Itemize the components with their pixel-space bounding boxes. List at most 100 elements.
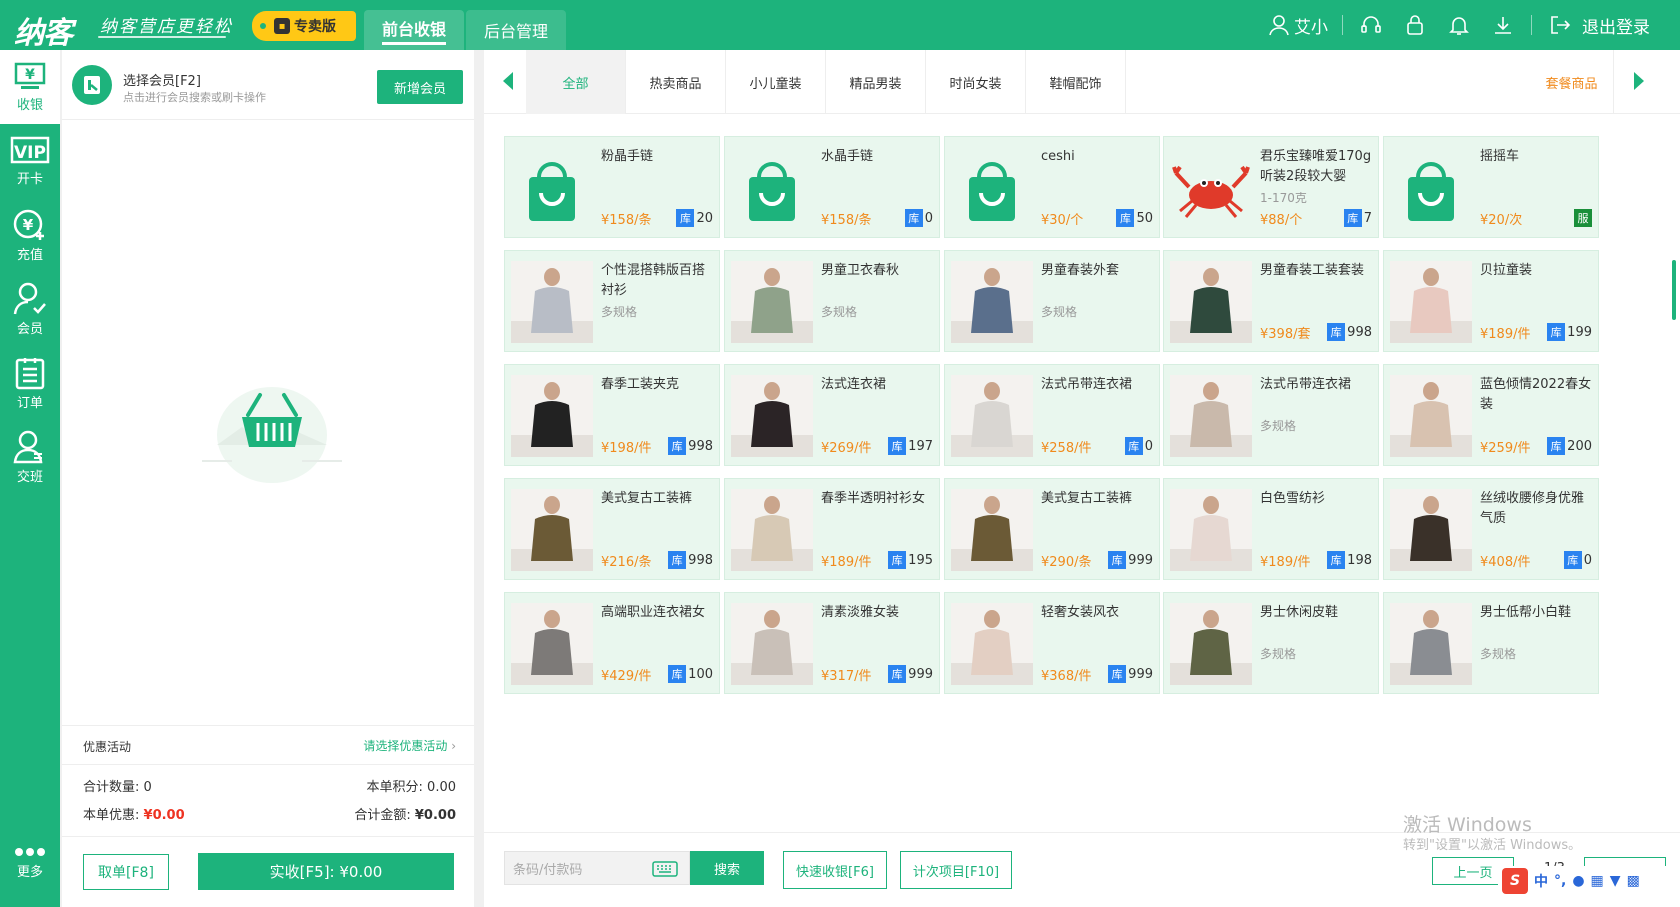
nav-shift[interactable]: 交班 <box>0 420 60 494</box>
total-amount-value: ¥0.00 <box>414 808 456 823</box>
product-stock: 库0 <box>1563 551 1592 569</box>
left-nav: ¥ 收银 VIP 开卡 ¥ 充值 会员 订单 交班 更多 <box>0 50 60 907</box>
product-card[interactable]: 水晶手链 ¥158/条 库 0 <box>724 136 940 238</box>
promotion-select-text: 请选择优惠活动 <box>363 739 448 753</box>
product-card[interactable]: 春季工装夹克 ¥198/件 库 998 <box>504 364 720 466</box>
category-tab-hot[interactable]: 热卖商品 <box>626 50 726 114</box>
category-next-arrow-icon[interactable] <box>1634 72 1644 90</box>
product-card[interactable]: 春季半透明衬衫女 ¥189/件 库 195 <box>724 478 940 580</box>
product-card[interactable]: 男童卫衣春秋 多规格 <box>724 250 940 352</box>
nav-open-card[interactable]: VIP 开卡 <box>0 124 60 198</box>
product-price: ¥189/件 <box>821 555 872 570</box>
member-select-title[interactable]: 选择会员[F2] <box>123 70 201 89</box>
lock-icon[interactable] <box>1393 0 1437 50</box>
quick-checkout-button[interactable]: 快速收银[F6] <box>783 851 887 889</box>
product-name: 男士休闲皮鞋 <box>1260 605 1339 620</box>
count-item-button[interactable]: 计次项目[F10] <box>900 851 1012 889</box>
product-name: 法式吊带连衣裙 <box>1041 377 1133 392</box>
logout-icon[interactable] <box>1538 0 1582 50</box>
product-photo <box>731 603 813 685</box>
product-card[interactable]: 贝拉童装 ¥189/件 库 199 <box>1383 250 1599 352</box>
product-area: 全部 热卖商品 小儿童装 精品男装 时尚女装 鞋帽配饰 套餐商品 粉晶手链 ¥15… <box>484 50 1680 907</box>
stock-value: 998 <box>688 552 713 568</box>
add-member-button[interactable]: 新增会员 <box>377 70 463 104</box>
product-card[interactable]: 个性混搭韩版百搭衬衫 多规格 <box>504 250 720 352</box>
member-section[interactable]: 选择会员[F2] 点击进行会员搜索或刷卡操作 新增会员 <box>62 50 474 120</box>
divider <box>1342 15 1343 35</box>
stock-value: 100 <box>688 666 713 682</box>
shift-icon <box>13 430 43 463</box>
promotion-row[interactable]: 优惠活动 请选择优惠活动 › <box>62 725 474 765</box>
product-card[interactable]: 白色雪纺衫 ¥189/件 库 198 <box>1163 478 1379 580</box>
stock-value: 198 <box>1347 552 1372 568</box>
stock-value: 0 <box>1144 438 1153 454</box>
ime-toolbar[interactable]: S 中 °, ● ▦ ▼ ▩ <box>1498 866 1680 896</box>
product-price: ¥259/件 <box>1480 441 1531 456</box>
product-card[interactable]: 美式复古工装裤 ¥216/条 库 998 <box>504 478 720 580</box>
product-price: ¥398/套 <box>1260 327 1311 342</box>
category-tab-kids[interactable]: 小儿童装 <box>726 50 826 114</box>
product-subtitle: 多规格 <box>1041 305 1078 319</box>
product-stock: 库0 <box>904 209 933 227</box>
product-card[interactable]: 蓝色倾情2022春女装 ¥259/件 库 200 <box>1383 364 1599 466</box>
nav-member[interactable]: 会员 <box>0 272 60 346</box>
product-card[interactable]: 法式连衣裙 ¥269/件 库 197 <box>724 364 940 466</box>
product-card[interactable]: 男童春装外套 多规格 <box>944 250 1160 352</box>
search-button[interactable]: 搜索 <box>690 851 764 885</box>
product-photo <box>731 261 813 343</box>
category-tab-women[interactable]: 时尚女装 <box>926 50 1026 114</box>
category-tab-all[interactable]: 全部 <box>526 50 626 114</box>
stock-value: 7 <box>1363 210 1372 226</box>
promotion-select-link[interactable]: 请选择优惠活动 › <box>363 737 456 754</box>
product-card[interactable]: 摇摇车 ¥20/次 服 <box>1383 136 1599 238</box>
product-price: ¥198/件 <box>601 441 652 456</box>
product-price: ¥408/件 <box>1480 555 1531 570</box>
nav-order[interactable]: 订单 <box>0 346 60 420</box>
logout-button[interactable]: 退出登录 <box>1582 13 1650 38</box>
nav-cashier[interactable]: ¥ 收银 <box>0 50 60 124</box>
download-icon[interactable] <box>1481 0 1525 50</box>
category-prev-arrow-icon[interactable] <box>503 72 513 90</box>
product-card[interactable]: 男士低帮小白鞋 多规格 <box>1383 592 1599 694</box>
member-card-icon <box>72 65 112 105</box>
product-name: 春季半透明衬衫女 <box>821 491 926 506</box>
headset-icon[interactable] <box>1349 0 1393 50</box>
product-card[interactable]: 轻奢女装风衣 ¥368/件 库 999 <box>944 592 1160 694</box>
product-subtitle: 多规格 <box>1260 419 1297 433</box>
product-card[interactable]: 粉晶手链 ¥158/条 库 20 <box>504 136 720 238</box>
keyboard-icon[interactable] <box>652 861 678 877</box>
username[interactable]: 艾小 <box>1294 13 1328 38</box>
nav-more[interactable]: 更多 <box>0 827 60 897</box>
product-card[interactable]: 君乐宝臻唯爱170g听装2段较大婴 1-170克 ¥88/个 库 7 <box>1163 136 1379 238</box>
product-card[interactable]: 男童春装工装套装 ¥398/套 库 998 <box>1163 250 1379 352</box>
product-photo <box>1170 603 1252 685</box>
nav-recharge[interactable]: ¥ 充值 <box>0 198 60 272</box>
stock-value: 199 <box>1567 324 1592 340</box>
slogan-underline <box>98 36 226 38</box>
nav-member-label: 会员 <box>16 321 43 337</box>
product-card[interactable]: 法式吊带连衣裙 多规格 <box>1163 364 1379 466</box>
shopping-bag-icon <box>749 162 795 221</box>
order-points: 本单积分: 0.00 <box>367 776 456 795</box>
product-photo <box>1390 375 1472 457</box>
cashier-icon: ¥ <box>14 62 46 89</box>
product-card[interactable]: 丝绒收腰修身优雅气质 ¥408/件 库 0 <box>1383 478 1599 580</box>
tab-back-office[interactable]: 后台管理 <box>466 10 566 50</box>
checkout-button[interactable]: 实收[F5]: ¥0.00 <box>198 853 454 890</box>
product-card[interactable]: 清素淡雅女装 ¥317/件 库 999 <box>724 592 940 694</box>
product-card[interactable]: 高端职业连衣裙女 ¥429/件 库 100 <box>504 592 720 694</box>
category-tab-shoes[interactable]: 鞋帽配饰 <box>1026 50 1126 114</box>
bell-icon[interactable] <box>1437 0 1481 50</box>
nav-recharge-label: 充值 <box>16 247 43 263</box>
tab-front-cashier[interactable]: 前台收银 <box>364 10 464 50</box>
product-name: 法式连衣裙 <box>821 377 887 392</box>
category-tab-combo[interactable]: 套餐商品 <box>1530 50 1614 114</box>
product-card[interactable]: 美式复古工装裤 ¥290/条 库 999 <box>944 478 1160 580</box>
hold-order-button[interactable]: 取单[F8] <box>83 854 169 890</box>
product-card[interactable]: 法式吊带连衣裙 ¥258/件 库 0 <box>944 364 1160 466</box>
product-photo <box>731 375 813 457</box>
product-card[interactable]: 男士休闲皮鞋 多规格 <box>1163 592 1379 694</box>
category-tab-men[interactable]: 精品男装 <box>826 50 926 114</box>
scrollbar-thumb[interactable] <box>1672 260 1676 320</box>
product-card[interactable]: ceshi ¥30/个 库 50 <box>944 136 1160 238</box>
